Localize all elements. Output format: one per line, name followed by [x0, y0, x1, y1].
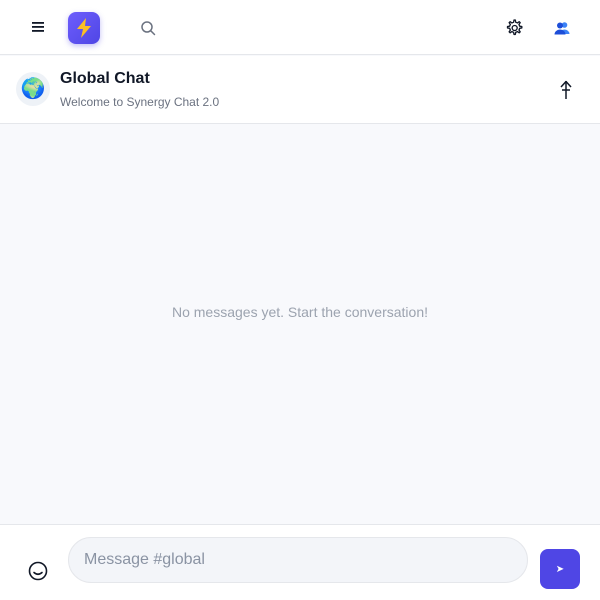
hamburger-menu-icon — [32, 22, 44, 32]
send-icon: ➤ — [555, 563, 565, 575]
message-list: No messages yet. Start the conversation! — [0, 124, 600, 524]
app-logo[interactable] — [68, 12, 100, 44]
search-icon — [141, 21, 156, 36]
globe-icon: 🌍 — [20, 78, 46, 100]
message-input[interactable] — [68, 537, 528, 583]
channel-title: Global Chat — [60, 70, 150, 87]
channel-header: 🌍 Global Chat Welcome to Synergy Chat 2.… — [0, 56, 600, 124]
channel-subtitle: Welcome to Synergy Chat 2.0 — [60, 95, 220, 109]
users-button[interactable] — [552, 18, 572, 38]
top-bar — [0, 0, 600, 55]
pin-button[interactable] — [555, 78, 577, 102]
lightning-bolt-icon — [77, 18, 91, 38]
menu-button[interactable] — [28, 17, 48, 37]
settings-button[interactable] — [502, 16, 526, 40]
message-composer: ➤ — [0, 524, 600, 600]
users-icon — [554, 22, 570, 35]
gear-icon — [506, 19, 523, 36]
send-button[interactable]: ➤ — [540, 549, 580, 589]
channel-avatar: 🌍 — [16, 72, 50, 106]
smiley-icon — [28, 561, 48, 581]
emoji-button[interactable] — [27, 560, 49, 582]
pin-icon — [560, 80, 572, 99]
empty-state-text: No messages yet. Start the conversation! — [171, 304, 428, 320]
search-button[interactable] — [138, 18, 158, 38]
